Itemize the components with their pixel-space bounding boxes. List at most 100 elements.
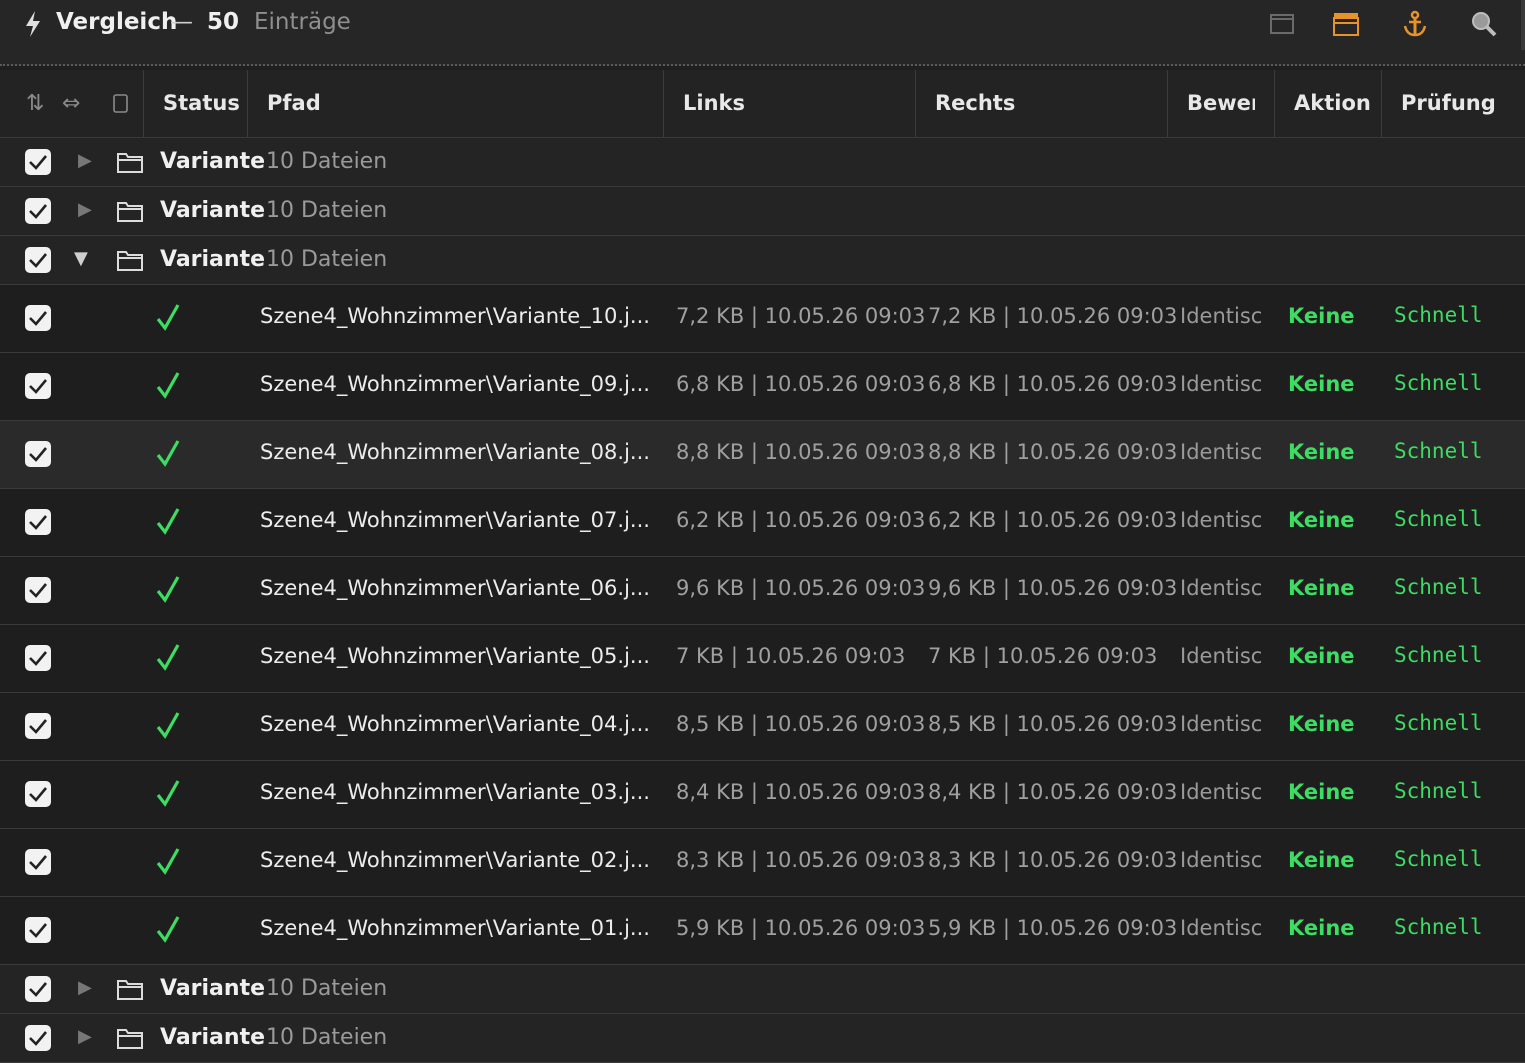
action[interactable]: Keine: [1288, 440, 1355, 464]
right-info: 8,4 KB | 10.05.26 09:03: [928, 780, 1178, 804]
column-header: ⇅ ⇔ Status Pfad Links Rechts Bewert Akti…: [0, 70, 1525, 138]
rating: Identisch: [1180, 304, 1264, 328]
check-mode: Schnell: [1394, 711, 1483, 735]
checkbox[interactable]: [25, 849, 51, 875]
checkbox[interactable]: [25, 976, 51, 1002]
anchor-icon[interactable]: [1401, 10, 1429, 38]
checkbox[interactable]: [25, 149, 51, 175]
file-row[interactable]: Szene4_Wohnzimmer\Variante_02.j... 8,3 K…: [0, 829, 1525, 897]
right-info: 8,8 KB | 10.05.26 09:03: [928, 440, 1178, 464]
rating: Identisch: [1180, 440, 1264, 464]
sort-icon[interactable]: ⇅: [26, 92, 44, 116]
group-row[interactable]: ▶ Variante 10 Dateien: [0, 1014, 1525, 1063]
folder-icon: [117, 251, 143, 271]
checkmark-icon: [156, 644, 180, 671]
file-row[interactable]: Szene4_Wohnzimmer\Variante_08.j... 8,8 K…: [0, 421, 1525, 489]
action[interactable]: Keine: [1288, 304, 1355, 328]
rating: Identisch: [1180, 848, 1264, 872]
expand-arrow-icon[interactable]: ▶: [78, 977, 92, 998]
left-info: 9,6 KB | 10.05.26 09:03: [676, 576, 926, 600]
file-row[interactable]: Szene4_Wohnzimmer\Variante_04.j... 8,5 K…: [0, 693, 1525, 761]
collapse-arrow-icon[interactable]: ▼: [74, 248, 88, 269]
folder-icon: [117, 153, 143, 173]
check-mode: Schnell: [1394, 575, 1483, 599]
checkbox[interactable]: [25, 509, 51, 535]
action[interactable]: Keine: [1288, 916, 1355, 940]
expand-arrow-icon[interactable]: ▶: [78, 150, 92, 171]
rating: Identisch: [1180, 644, 1264, 668]
left-info: 7,2 KB | 10.05.26 09:03: [676, 304, 926, 328]
group-name: Variante: [160, 198, 266, 223]
file-path: Szene4_Wohnzimmer\Variante_02.j...: [260, 848, 650, 872]
file-row[interactable]: Szene4_Wohnzimmer\Variante_10.j... 7,2 K…: [0, 285, 1525, 353]
expand-arrow-icon[interactable]: ▶: [78, 1026, 92, 1047]
file-path: Szene4_Wohnzimmer\Variante_07.j...: [260, 508, 650, 532]
column-links[interactable]: Links: [663, 70, 915, 137]
checkbox[interactable]: [25, 577, 51, 603]
group-row[interactable]: ▶ Variante 10 Dateien: [0, 138, 1525, 187]
window-title: Vergleich: [56, 9, 178, 35]
right-info: 5,9 KB | 10.05.26 09:03: [928, 916, 1178, 940]
file-row[interactable]: Szene4_Wohnzimmer\Variante_01.j... 5,9 K…: [0, 897, 1525, 965]
rating: Identisch: [1180, 712, 1264, 736]
group-row[interactable]: ▶ Variante 10 Dateien: [0, 965, 1525, 1014]
clapperboard-icon[interactable]: [1332, 10, 1360, 38]
left-info: 6,2 KB | 10.05.26 09:03: [676, 508, 926, 532]
action[interactable]: Keine: [1288, 372, 1355, 396]
file-row[interactable]: Szene4_Wohnzimmer\Variante_06.j... 9,6 K…: [0, 557, 1525, 625]
column-bewertung[interactable]: Bewert: [1167, 70, 1255, 137]
file-path: Szene4_Wohnzimmer\Variante_05.j...: [260, 644, 650, 668]
column-pfad[interactable]: Pfad: [247, 70, 663, 137]
checkbox[interactable]: [25, 441, 51, 467]
window-icon[interactable]: [1268, 10, 1296, 38]
file-row[interactable]: Szene4_Wohnzimmer\Variante_05.j... 7 KB …: [0, 625, 1525, 693]
file-row[interactable]: Szene4_Wohnzimmer\Variante_09.j... 6,8 K…: [0, 353, 1525, 421]
file-row[interactable]: Szene4_Wohnzimmer\Variante_07.j... 6,2 K…: [0, 489, 1525, 557]
action[interactable]: Keine: [1288, 712, 1355, 736]
column-status[interactable]: Status: [143, 70, 247, 137]
copy-icon[interactable]: [112, 92, 130, 116]
right-info: 6,8 KB | 10.05.26 09:03: [928, 372, 1178, 396]
checkmark-icon: [156, 372, 180, 399]
action[interactable]: Keine: [1288, 576, 1355, 600]
rating: Identisch: [1180, 780, 1264, 804]
checkbox[interactable]: [25, 713, 51, 739]
file-row[interactable]: Szene4_Wohnzimmer\Variante_03.j... 8,4 K…: [0, 761, 1525, 829]
swap-icon[interactable]: ⇔: [62, 92, 80, 116]
group-row[interactable]: ▼ Variante 10 Dateien: [0, 236, 1525, 285]
column-aktion[interactable]: Aktion: [1274, 70, 1381, 137]
checkbox[interactable]: [25, 305, 51, 331]
action[interactable]: Keine: [1288, 848, 1355, 872]
scroll-edge: [1521, 0, 1525, 50]
column-pruefung[interactable]: Prüfung: [1381, 70, 1521, 137]
left-info: 8,8 KB | 10.05.26 09:03: [676, 440, 926, 464]
checkmark-icon: [156, 780, 180, 807]
action[interactable]: Keine: [1288, 780, 1355, 804]
right-info: 6,2 KB | 10.05.26 09:03: [928, 508, 1178, 532]
check-mode: Schnell: [1394, 643, 1483, 667]
column-rechts[interactable]: Rechts: [915, 70, 1167, 137]
checkbox[interactable]: [25, 247, 51, 273]
title-bar: Vergleich — 50 Einträge: [0, 0, 1525, 66]
expand-arrow-icon[interactable]: ▶: [78, 199, 92, 220]
action[interactable]: Keine: [1288, 508, 1355, 532]
action[interactable]: Keine: [1288, 644, 1355, 668]
group-name: Variante: [160, 1025, 266, 1050]
entry-count: 50: [207, 9, 240, 35]
rating: Identisch: [1180, 508, 1264, 532]
checkbox[interactable]: [25, 917, 51, 943]
group-count: 10 Dateien: [266, 976, 388, 1001]
checkbox[interactable]: [25, 781, 51, 807]
search-icon[interactable]: [1470, 10, 1498, 38]
group-count: 10 Dateien: [266, 198, 388, 223]
group-row[interactable]: ▶ Variante 10 Dateien: [0, 187, 1525, 236]
rating: Identisch: [1180, 372, 1264, 396]
checkbox[interactable]: [25, 198, 51, 224]
checkmark-icon: [156, 916, 180, 943]
right-info: 9,6 KB | 10.05.26 09:03: [928, 576, 1178, 600]
bolt-icon: [26, 11, 40, 37]
checkbox[interactable]: [25, 645, 51, 671]
checkbox[interactable]: [25, 373, 51, 399]
checkmark-icon: [156, 712, 180, 739]
checkbox[interactable]: [25, 1025, 51, 1051]
